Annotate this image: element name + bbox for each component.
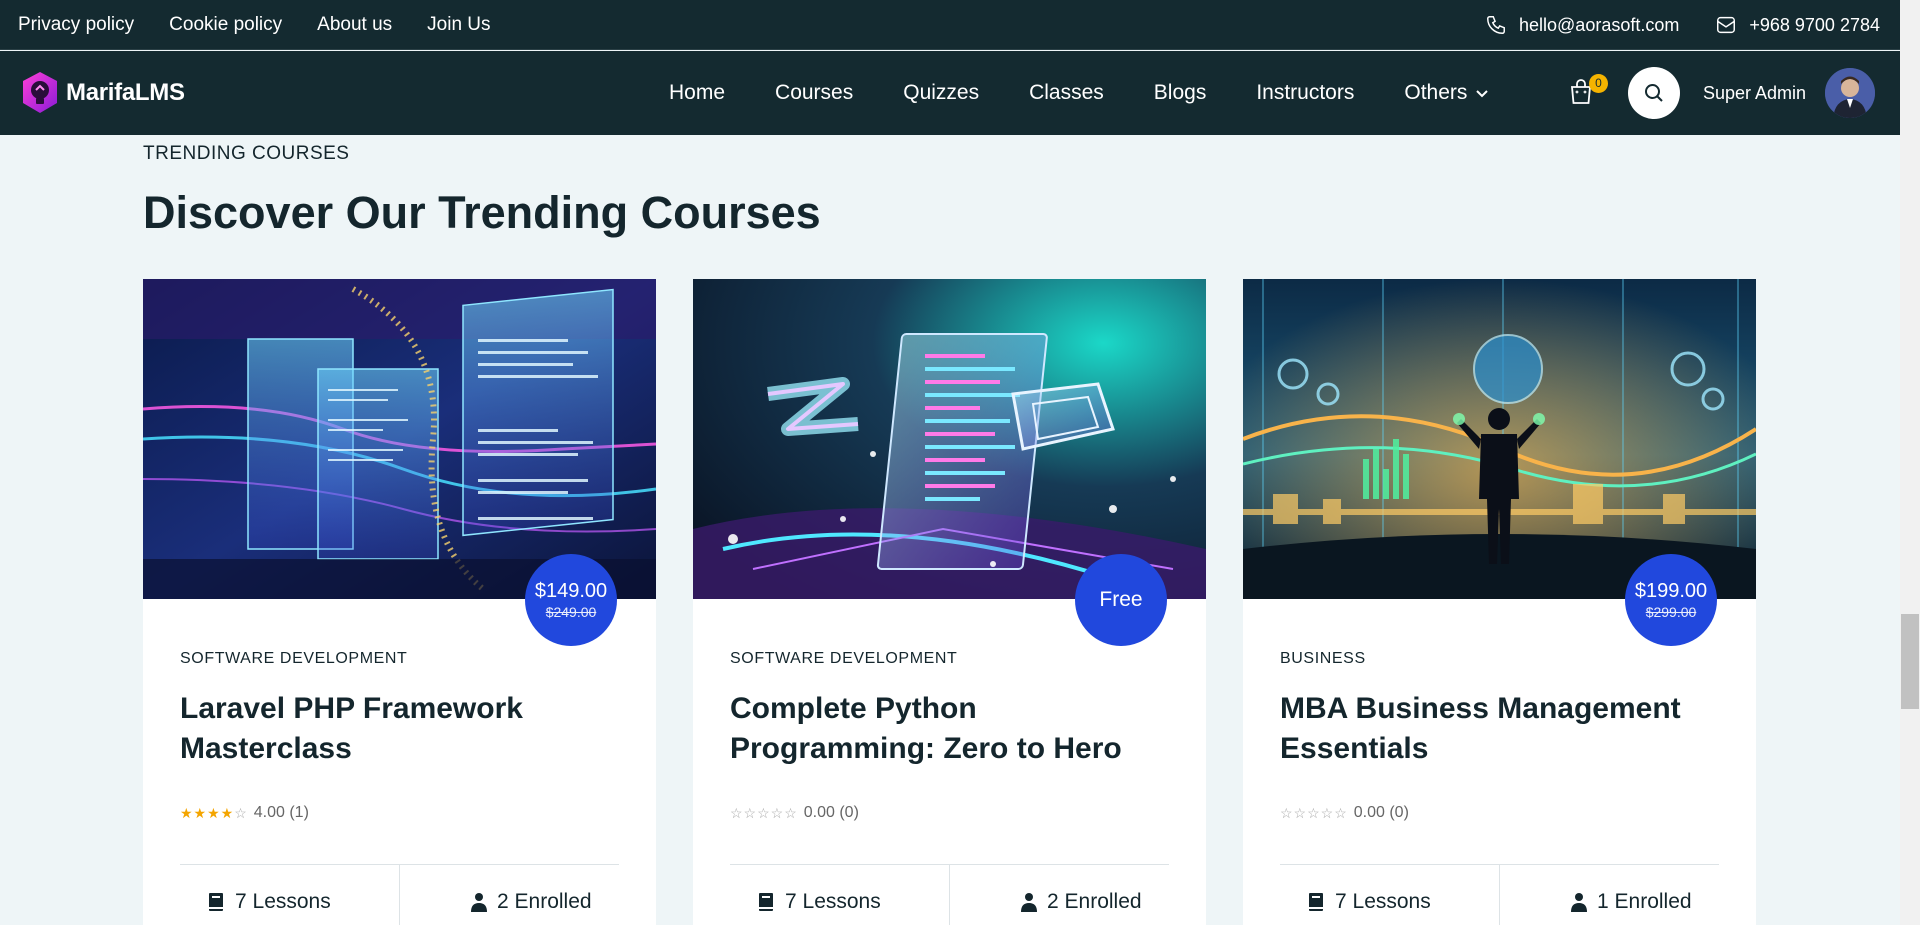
original-price: $249.00 [545, 604, 597, 620]
course-card[interactable]: $149.00 $249.00 SOFTWARE DEVELOPMENT Lar… [143, 279, 656, 925]
price-badge: $199.00 $299.00 [1625, 554, 1717, 646]
nav-blogs[interactable]: Blogs [1154, 81, 1207, 105]
course-category[interactable]: BUSINESS [1280, 650, 1366, 668]
star-rating-icons: ★★★★☆ [180, 804, 248, 821]
privacy-policy-link[interactable]: Privacy policy [18, 14, 134, 36]
course-rating: ☆☆☆☆☆ 0.00 (0) [730, 804, 859, 822]
search-icon [1645, 84, 1663, 102]
price-badge: $149.00 $249.00 [525, 554, 617, 646]
star-rating-icons: ☆☆☆☆☆ [1280, 804, 1348, 821]
nav-quizzes[interactable]: Quizzes [903, 81, 979, 105]
enrolled-text: 2 Enrolled [1047, 890, 1142, 913]
lessons-text: 7 Lessons [785, 890, 881, 913]
search-button[interactable] [1628, 67, 1680, 119]
phone-icon [1485, 14, 1507, 36]
enrolled-text: 2 Enrolled [497, 890, 592, 913]
course-title[interactable]: MBA Business Management Essentials [1280, 689, 1720, 769]
top-bar: Privacy policy Cookie policy About us Jo… [0, 0, 1900, 50]
main-menu: Home Courses Quizzes Classes Blogs Instr… [669, 51, 1533, 135]
user-icon [471, 893, 487, 912]
avatar[interactable] [1825, 68, 1875, 118]
course-card[interactable]: $199.00 $299.00 BUSINESS MBA Business Ma… [1243, 279, 1756, 925]
contact-info: hello@aorasoft.com +968 9700 2784 [1485, 0, 1880, 50]
nav-home[interactable]: Home [669, 81, 725, 105]
enrolled-text: 1 Enrolled [1597, 890, 1692, 913]
phone-text: +968 9700 2784 [1749, 14, 1880, 35]
message-icon [1715, 14, 1737, 36]
join-us-link[interactable]: Join Us [427, 14, 490, 36]
about-us-link[interactable]: About us [317, 14, 392, 36]
email-contact[interactable]: hello@aorasoft.com [1485, 14, 1679, 36]
current-price: $199.00 [1634, 580, 1708, 602]
course-card[interactable]: Free SOFTWARE DEVELOPMENT Complete Pytho… [693, 279, 1206, 925]
course-title[interactable]: Complete Python Programming: Zero to Her… [730, 689, 1170, 769]
enrolled-count: 2 Enrolled [1021, 890, 1142, 914]
chevron-down-icon [1476, 90, 1489, 98]
user-avatar-icon [1825, 68, 1875, 118]
book-icon [1309, 893, 1323, 911]
nav-courses[interactable]: Courses [775, 81, 853, 105]
phone-contact[interactable]: +968 9700 2784 [1715, 14, 1880, 36]
card-vertical-divider [1499, 865, 1500, 925]
main-navbar: MarifaLMS Home Courses Quizzes Classes B… [0, 51, 1900, 135]
cookie-policy-link[interactable]: Cookie policy [169, 14, 282, 36]
course-title[interactable]: Laravel PHP Framework Masterclass [180, 689, 620, 769]
price-badge: Free [1075, 554, 1167, 646]
enrolled-count: 2 Enrolled [471, 890, 592, 914]
user-icon [1021, 893, 1037, 912]
book-icon [759, 893, 773, 911]
lessons-text: 7 Lessons [235, 890, 331, 913]
current-price: Free [1099, 588, 1143, 611]
cart-button[interactable]: 0 [1568, 74, 1608, 108]
section-heading: Discover Our Trending Courses [143, 187, 821, 238]
course-category[interactable]: SOFTWARE DEVELOPMENT [180, 650, 407, 668]
user-icon [1571, 893, 1587, 912]
course-image[interactable] [693, 279, 1206, 599]
rating-text: 0.00 (0) [1353, 804, 1409, 821]
enrolled-count: 1 Enrolled [1571, 890, 1692, 914]
card-vertical-divider [399, 865, 400, 925]
rating-text: 0.00 (0) [803, 804, 859, 821]
brand-name: MarifaLMS [66, 79, 185, 106]
user-name[interactable]: Super Admin [1703, 51, 1806, 135]
course-image[interactable] [143, 279, 656, 599]
nav-others-label: Others [1404, 81, 1468, 104]
top-links: Privacy policy Cookie policy About us Jo… [18, 0, 491, 50]
scrollbar-thumb[interactable] [1901, 614, 1919, 709]
star-rating-icons: ☆☆☆☆☆ [730, 804, 798, 821]
original-price: $299.00 [1645, 604, 1697, 620]
course-rating: ☆☆☆☆☆ 0.00 (0) [1280, 804, 1409, 822]
lessons-count: 7 Lessons [207, 890, 331, 914]
course-category[interactable]: SOFTWARE DEVELOPMENT [730, 650, 957, 668]
course-image[interactable] [1243, 279, 1756, 599]
lessons-count: 7 Lessons [1307, 890, 1431, 914]
nav-others[interactable]: Others [1404, 81, 1489, 105]
book-icon [209, 893, 223, 911]
nav-instructors[interactable]: Instructors [1256, 81, 1354, 105]
card-vertical-divider [949, 865, 950, 925]
course-rating: ★★★★☆ 4.00 (1) [180, 804, 309, 822]
lessons-text: 7 Lessons [1335, 890, 1431, 913]
current-price: $149.00 [534, 580, 608, 602]
email-text: hello@aorasoft.com [1519, 14, 1680, 35]
section-eyebrow: TRENDING COURSES [143, 143, 350, 164]
nav-classes[interactable]: Classes [1029, 81, 1104, 105]
brand-logo[interactable]: MarifaLMS [18, 69, 185, 117]
page-scrollbar[interactable] [1900, 0, 1920, 925]
cart-count-badge: 0 [1589, 74, 1608, 93]
lessons-count: 7 Lessons [757, 890, 881, 914]
rating-text: 4.00 (1) [253, 804, 309, 821]
lightbulb-logo-icon [23, 72, 57, 113]
